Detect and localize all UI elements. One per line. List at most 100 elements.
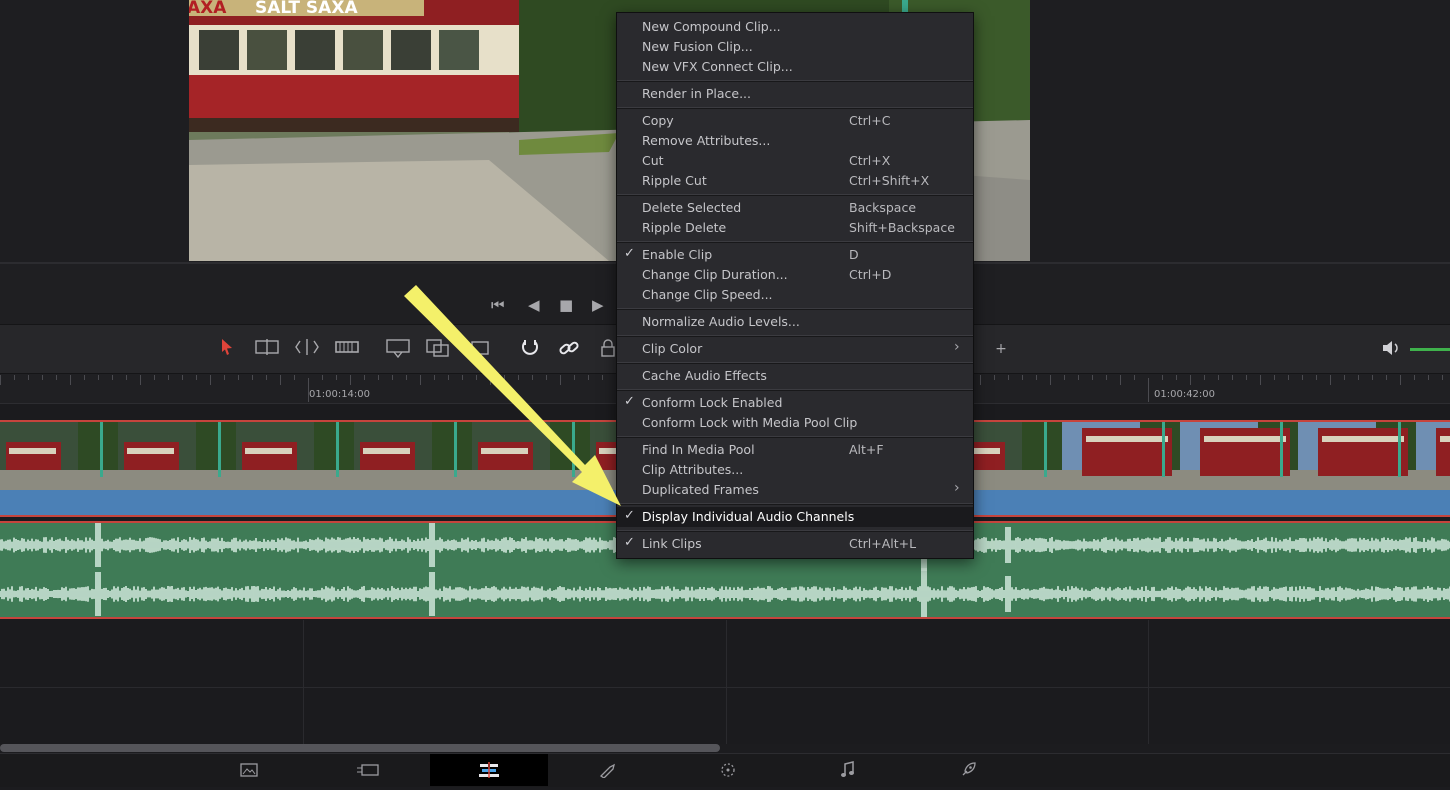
ruler-tick bbox=[210, 375, 211, 385]
audio-waveform-channel bbox=[0, 568, 1450, 617]
ruler-tick bbox=[980, 375, 981, 385]
menu-item-delete-selected[interactable]: Delete Selected Backspace bbox=[617, 198, 973, 218]
menu-item-label: Change Clip Speed... bbox=[642, 287, 773, 302]
ruler-tick bbox=[378, 375, 379, 380]
checkmark-icon: ✓ bbox=[624, 246, 635, 261]
cut-page-button[interactable] bbox=[309, 754, 427, 786]
ruler-tick bbox=[1078, 375, 1079, 380]
menu-item-ripple-delete[interactable]: Ripple Delete Shift+Backspace bbox=[617, 218, 973, 238]
menu-item-new-vfx-connect-clip[interactable]: New VFX Connect Clip... bbox=[617, 57, 973, 77]
stop-icon[interactable]: ■ bbox=[559, 296, 573, 314]
menu-item-conform-lock-with-media-pool-clip[interactable]: Conform Lock with Media Pool Clip bbox=[617, 413, 973, 433]
ruler-tick bbox=[1428, 375, 1429, 380]
checkmark-icon: ✓ bbox=[624, 394, 635, 409]
replace-clip-icon[interactable] bbox=[468, 338, 494, 360]
menu-item-label: Cache Audio Effects bbox=[642, 368, 767, 383]
clip-thumbnail bbox=[1298, 422, 1416, 490]
volume-icon[interactable] bbox=[1378, 338, 1404, 360]
blade-tool-icon[interactable] bbox=[334, 338, 360, 360]
volume-slider[interactable] bbox=[1410, 348, 1450, 351]
ruler-tick bbox=[546, 375, 547, 380]
menu-separator bbox=[617, 194, 973, 196]
clip-thumbnail bbox=[472, 422, 590, 490]
ruler-tick bbox=[1120, 375, 1121, 385]
menu-item-find-in-media-pool[interactable]: Find In Media Pool Alt+F bbox=[617, 440, 973, 460]
menu-item-label: New Compound Clip... bbox=[642, 19, 781, 34]
tram-sign-text: SALT SAXA bbox=[255, 0, 358, 18]
ruler-tick bbox=[1162, 375, 1163, 380]
menu-item-link-clips[interactable]: ✓ Link Clips Ctrl+Alt+L bbox=[617, 534, 973, 554]
menu-item-remove-attributes[interactable]: Remove Attributes... bbox=[617, 131, 973, 151]
ruler-tick bbox=[196, 375, 197, 380]
trim-tool-icon[interactable] bbox=[254, 338, 280, 360]
ruler-tick bbox=[1316, 375, 1317, 380]
deliver-page-button[interactable] bbox=[909, 754, 1027, 786]
ruler-tick bbox=[28, 375, 29, 380]
play-icon[interactable]: ▶ bbox=[592, 296, 604, 314]
menu-item-label: Copy bbox=[642, 113, 674, 128]
insert-clip-icon[interactable] bbox=[384, 338, 410, 360]
ruler-tick bbox=[98, 375, 99, 380]
dynamic-trim-icon[interactable] bbox=[294, 338, 320, 360]
overwrite-clip-icon[interactable] bbox=[424, 338, 450, 360]
menu-item-clip-color[interactable]: Clip Color › bbox=[617, 339, 973, 359]
media-page-button[interactable] bbox=[190, 754, 308, 786]
linked-selection-icon[interactable] bbox=[556, 338, 582, 360]
menu-item-ripple-cut[interactable]: Ripple Cut Ctrl+Shift+X bbox=[617, 171, 973, 191]
menu-separator bbox=[617, 335, 973, 337]
ruler-tick bbox=[224, 375, 225, 380]
color-page-button[interactable] bbox=[669, 754, 787, 786]
ruler-tick bbox=[1260, 375, 1261, 385]
play-reverse-icon[interactable]: ◀ bbox=[528, 296, 540, 314]
menu-item-change-clip-duration[interactable]: Change Clip Duration... Ctrl+D bbox=[617, 265, 973, 285]
ruler-tick bbox=[434, 375, 435, 380]
zoom-in-icon[interactable]: + bbox=[988, 338, 1014, 360]
menu-separator bbox=[617, 308, 973, 310]
ruler-tick bbox=[112, 375, 113, 380]
ruler-tick bbox=[392, 375, 393, 380]
menu-item-cut[interactable]: Cut Ctrl+X bbox=[617, 151, 973, 171]
ruler-tick bbox=[280, 375, 281, 385]
menu-item-duplicated-frames[interactable]: Duplicated Frames › bbox=[617, 480, 973, 500]
ruler-tick bbox=[1330, 375, 1331, 385]
menu-separator bbox=[617, 107, 973, 109]
menu-item-label: Ripple Cut bbox=[642, 173, 707, 188]
ruler-tick bbox=[364, 375, 365, 380]
menu-item-conform-lock-enabled[interactable]: ✓ Conform Lock Enabled bbox=[617, 393, 973, 413]
menu-item-label: Conform Lock Enabled bbox=[642, 395, 783, 410]
menu-item-new-fusion-clip[interactable]: New Fusion Clip... bbox=[617, 37, 973, 57]
menu-item-copy[interactable]: Copy Ctrl+C bbox=[617, 111, 973, 131]
menu-item-label: Duplicated Frames bbox=[642, 482, 759, 497]
clip-thumbnail bbox=[1416, 422, 1450, 490]
ruler-tick bbox=[1246, 375, 1247, 380]
ruler-tick bbox=[406, 375, 407, 380]
menu-item-shortcut: Shift+Backspace bbox=[849, 220, 955, 235]
selection-tool-icon[interactable] bbox=[214, 338, 240, 360]
menu-item-shortcut: Ctrl+Alt+L bbox=[849, 536, 917, 551]
menu-item-normalize-audio-levels[interactable]: Normalize Audio Levels... bbox=[617, 312, 973, 332]
menu-item-display-individual-audio-channels[interactable]: ✓ Display Individual Audio Channels bbox=[617, 507, 973, 527]
ruler-tick bbox=[336, 375, 337, 380]
ruler-tick bbox=[1288, 375, 1289, 380]
menu-separator bbox=[617, 503, 973, 505]
chevron-right-icon: › bbox=[954, 480, 960, 496]
menu-item-new-compound-clip[interactable]: New Compound Clip... bbox=[617, 17, 973, 37]
fusion-page-button[interactable] bbox=[549, 754, 667, 786]
menu-item-cache-audio-effects[interactable]: Cache Audio Effects bbox=[617, 366, 973, 386]
timeline-scrollbar[interactable] bbox=[0, 744, 720, 752]
fairlight-page-button[interactable] bbox=[789, 754, 907, 786]
ruler-tick bbox=[294, 375, 295, 380]
ruler-tick bbox=[1148, 378, 1149, 402]
menu-item-shortcut: Ctrl+C bbox=[849, 113, 891, 128]
menu-item-clip-attributes[interactable]: Clip Attributes... bbox=[617, 460, 973, 480]
menu-item-label: Cut bbox=[642, 153, 664, 168]
edit-page-button[interactable] bbox=[430, 754, 548, 786]
menu-item-render-in-place[interactable]: Render in Place... bbox=[617, 84, 973, 104]
menu-item-enable-clip[interactable]: ✓ Enable Clip D bbox=[617, 245, 973, 265]
timeline-gridline bbox=[1148, 620, 1149, 744]
ruler-tick bbox=[154, 375, 155, 380]
menu-item-change-clip-speed[interactable]: Change Clip Speed... bbox=[617, 285, 973, 305]
menu-item-label: New VFX Connect Clip... bbox=[642, 59, 793, 74]
snapping-icon[interactable] bbox=[517, 338, 543, 360]
skip-to-start-icon[interactable]: ⏮ bbox=[491, 296, 505, 314]
